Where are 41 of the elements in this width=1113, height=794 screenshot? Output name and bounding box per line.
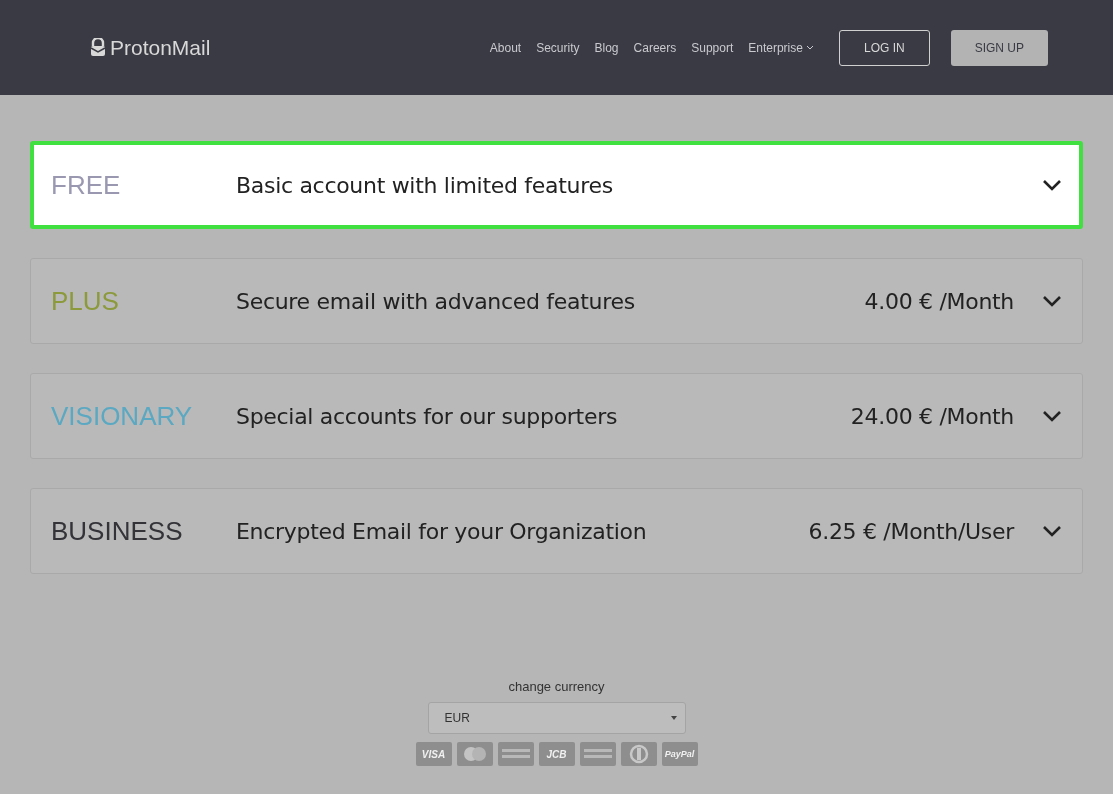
- plan-name: BUSINESS: [51, 515, 184, 547]
- currency-label: change currency: [508, 679, 605, 694]
- chevron-down-icon[interactable]: [1042, 179, 1062, 191]
- plan-price: 6.25 € /Month/User: [808, 518, 1014, 544]
- payment-card-icon: PayPal: [661, 742, 698, 766]
- plan-description: Basic account with limited features: [236, 172, 613, 198]
- plan-row[interactable]: BUSINESS Encrypted Email for your Organization 6.25 € /Month/User: [30, 488, 1083, 574]
- chevron-down-icon[interactable]: [1042, 525, 1062, 537]
- nav-link[interactable]: Enterprise: [748, 40, 814, 55]
- plan-name: PLUS: [51, 285, 120, 317]
- plan-row[interactable]: FREE Basic account with limited features: [30, 141, 1083, 229]
- payment-card-icon: [620, 742, 657, 766]
- payment-card-icon: [579, 742, 616, 766]
- plan-description: Encrypted Email for your Organization: [236, 518, 647, 544]
- nav-link[interactable]: Support: [691, 40, 734, 55]
- payment-card-icon: VISA: [415, 742, 452, 766]
- payment-card-icon: [456, 742, 493, 766]
- plan-name: FREE: [51, 169, 122, 201]
- nav-link[interactable]: About: [489, 40, 522, 55]
- payment-card-icon: [497, 742, 534, 766]
- brand-name: ProtonMail: [110, 35, 211, 60]
- payment-card-icon: JCB: [538, 742, 575, 766]
- nav-link[interactable]: Blog: [594, 40, 619, 55]
- currency-select[interactable]: EUR: [427, 702, 686, 734]
- caret-icon: [670, 716, 677, 720]
- plan-price: 24.00 € /Month: [850, 403, 1014, 429]
- plan-row[interactable]: PLUS Secure email with advanced features 4.00 € /Month: [30, 258, 1083, 344]
- chevron-down-icon[interactable]: [1042, 410, 1062, 422]
- chevron-down-icon[interactable]: [1042, 295, 1062, 307]
- plan-row[interactable]: VISIONARY Special accounts for our supporters 24.00 € /Month: [30, 373, 1083, 459]
- plan-description: Secure email with advanced features: [236, 288, 635, 314]
- login-button[interactable]: LOG IN: [838, 29, 930, 66]
- logo[interactable]: ProtonMail: [90, 35, 211, 60]
- lock-icon: [90, 38, 106, 57]
- signup-button[interactable]: SIGN UP: [950, 29, 1048, 66]
- plan-name: VISIONARY: [51, 400, 194, 432]
- plan-description: Special accounts for our supporters: [236, 403, 618, 429]
- nav-link[interactable]: Careers: [633, 40, 677, 55]
- nav-link[interactable]: Security: [536, 40, 580, 55]
- caret-icon: [805, 45, 814, 50]
- plan-price: 4.00 € /Month: [864, 288, 1014, 314]
